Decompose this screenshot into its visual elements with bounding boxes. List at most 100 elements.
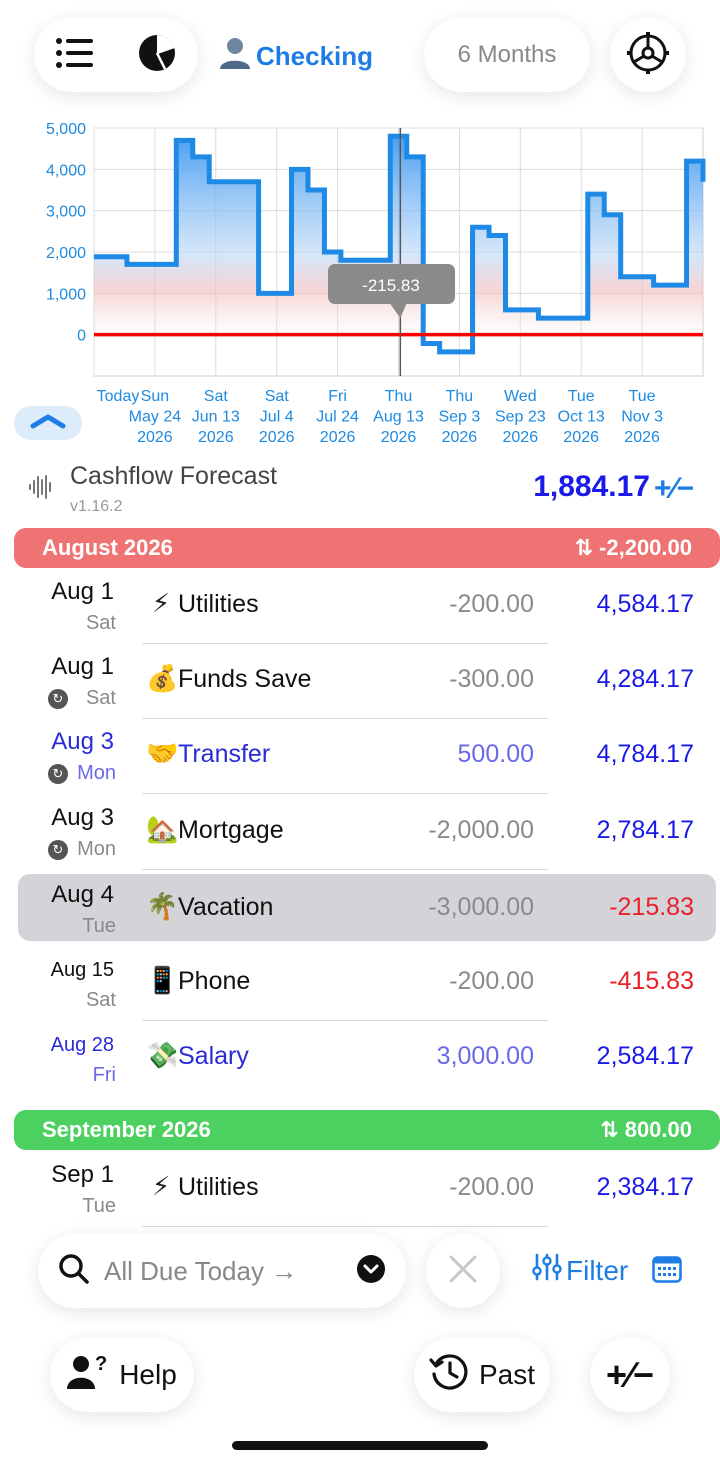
svg-text:?: ? — [95, 1354, 107, 1375]
month-total: ⇅ -2,200.00 — [574, 535, 692, 560]
lightning-icon: ⚡ — [151, 1171, 171, 1201]
x-tick-label: 2026 — [137, 429, 173, 446]
time-range-button[interactable]: 6 Months — [424, 18, 590, 92]
top-left-toolbar — [34, 18, 198, 92]
row-name: Utilities — [178, 1173, 259, 1201]
x-tick-label: 2026 — [503, 429, 539, 446]
y-tick-label: 0 — [77, 328, 86, 345]
transaction-row[interactable]: Aug 3 ↻ Mon 🏡 Mortgage -2,000.00 2,784.1… — [0, 796, 720, 870]
money-bag-icon: 💰 — [146, 663, 179, 693]
person-question-icon: ? — [67, 1353, 109, 1397]
row-divider — [142, 1020, 548, 1021]
row-divider — [142, 1226, 548, 1227]
row-running-balance: 4,284.17 — [596, 665, 694, 693]
repeat-icon: ↻ — [48, 764, 68, 784]
filter-label: Filter — [566, 1254, 629, 1286]
chevron-down-circle-icon[interactable] — [356, 1254, 386, 1289]
forecast-chart-svg: 5,000 4,000 3,000 2,000 1,000 0 -215.83 Today Su… — [46, 121, 706, 446]
row-running-balance: 2,784.17 — [596, 816, 694, 844]
help-button[interactable]: ? Help — [50, 1338, 194, 1412]
row-divider — [142, 793, 548, 794]
x-tick-label: 2026 — [320, 429, 356, 446]
past-button[interactable]: Past — [414, 1338, 550, 1412]
row-amount: -300.00 — [449, 665, 534, 693]
row-date: Aug 1 — [51, 578, 114, 605]
history-clock-icon — [429, 1352, 469, 1399]
x-tick-label: Nov 3 — [621, 409, 663, 426]
pie-chart-icon[interactable] — [137, 33, 177, 78]
repeat-icon: ↻ — [48, 840, 68, 860]
row-weekday: Mon — [77, 762, 116, 784]
x-tick-label: Aug 13 — [373, 409, 424, 426]
y-tick-label: 4,000 — [46, 162, 86, 179]
menu-icon[interactable] — [55, 37, 95, 74]
x-tick-label: Sep 23 — [495, 409, 546, 426]
home-indicator — [232, 1441, 488, 1450]
add-transaction-button[interactable]: +∕− — [590, 1338, 670, 1412]
search-bar[interactable]: All Due Today → — [38, 1234, 406, 1308]
row-running-balance: 2,384.17 — [596, 1173, 694, 1201]
transaction-row[interactable]: Aug 1 ↻ Sat 💰 Funds Save -300.00 4,284.1… — [0, 645, 720, 719]
x-tick-label: May 24 — [129, 409, 182, 426]
row-date: Aug 1 — [51, 653, 114, 680]
transaction-row[interactable]: Aug 3 ↻ Mon 🤝 Transfer 500.00 4,784.17 — [0, 720, 720, 794]
calendar-icon[interactable] — [652, 1255, 682, 1288]
row-name: Funds Save — [178, 665, 312, 693]
month-header-august[interactable]: August 2026 ⇅ -2,200.00 — [14, 528, 720, 568]
clear-search-button[interactable] — [426, 1234, 500, 1308]
transaction-row-selected[interactable]: Aug 4 Tue 🌴 Vacation -3,000.00 -215.83 — [0, 873, 720, 947]
waveform-icon — [28, 474, 54, 505]
person-icon — [218, 36, 252, 77]
x-tick-label: Oct 13 — [558, 409, 605, 426]
gear-icon — [627, 31, 669, 79]
row-running-balance: -215.83 — [609, 893, 694, 921]
row-running-balance: 4,584.17 — [596, 590, 694, 618]
plus-minus-icon: +∕− — [605, 1354, 655, 1395]
row-name: Transfer — [178, 740, 271, 768]
row-name: Utilities — [178, 590, 259, 618]
row-amount: -2,000.00 — [428, 816, 534, 844]
app-version: v1.16.2 — [70, 498, 123, 515]
row-amount: 500.00 — [457, 740, 534, 768]
transaction-row[interactable]: Sep 1 Tue ⚡ Utilities -200.00 2,384.17 — [0, 1153, 720, 1227]
month-label: September 2026 — [42, 1117, 211, 1142]
row-divider — [142, 869, 548, 870]
filter-button[interactable]: Filter — [532, 1252, 628, 1289]
current-balance[interactable]: 1,884.17 — [533, 470, 650, 504]
y-tick-label: 3,000 — [46, 204, 86, 221]
search-query[interactable]: All Due Today → — [104, 1256, 356, 1287]
row-date: Aug 28 — [50, 1034, 114, 1056]
account-selector[interactable]: Checking — [218, 36, 373, 76]
row-date: Aug 3 — [51, 728, 114, 755]
transaction-row[interactable]: Aug 28 Fri 💸 Salary 3,000.00 2,584.17 — [0, 1022, 720, 1096]
row-running-balance: 2,584.17 — [596, 1042, 694, 1070]
x-tick-label: 2026 — [381, 429, 417, 446]
x-tick-label: Tue — [629, 388, 656, 405]
row-date: Aug 15 — [50, 959, 114, 981]
row-running-balance: 4,784.17 — [596, 740, 694, 768]
settings-button[interactable] — [610, 18, 686, 92]
month-header-september[interactable]: September 2026 ⇅ 800.00 — [14, 1110, 720, 1150]
row-weekday: Sat — [85, 687, 116, 709]
tooltip-value: -215.83 — [362, 276, 420, 295]
transaction-row[interactable]: Aug 15 Sat 📱 Phone -200.00 -415.83 — [0, 947, 720, 1021]
y-tick-label: 1,000 — [46, 286, 86, 303]
row-divider — [142, 643, 548, 644]
row-amount: -3,000.00 — [428, 893, 534, 921]
help-label: Help — [119, 1359, 177, 1390]
forecast-chart[interactable]: 5,000 4,000 3,000 2,000 1,000 0 -215.83 Today Su… — [0, 118, 720, 458]
row-name: Salary — [178, 1042, 249, 1070]
x-tick-label: Wed — [504, 388, 537, 405]
collapse-chart-button[interactable] — [14, 406, 82, 440]
row-weekday: Sat — [85, 612, 116, 634]
house-icon: 🏡 — [146, 814, 179, 844]
row-name: Mortgage — [178, 816, 284, 844]
adjust-balance-button[interactable]: +∕− — [654, 472, 694, 506]
row-divider — [142, 718, 548, 719]
past-label: Past — [478, 1359, 536, 1390]
y-tick-label: 5,000 — [46, 121, 86, 138]
app-title: Cashflow Forecast — [70, 462, 278, 490]
app-header: Cashflow Forecast v1.16.2 1,884.17 +∕− — [0, 458, 720, 522]
row-weekday: Tue — [82, 1195, 116, 1217]
transaction-row[interactable]: Aug 1 Sat ⚡ Utilities -200.00 4,584.17 — [0, 570, 720, 644]
